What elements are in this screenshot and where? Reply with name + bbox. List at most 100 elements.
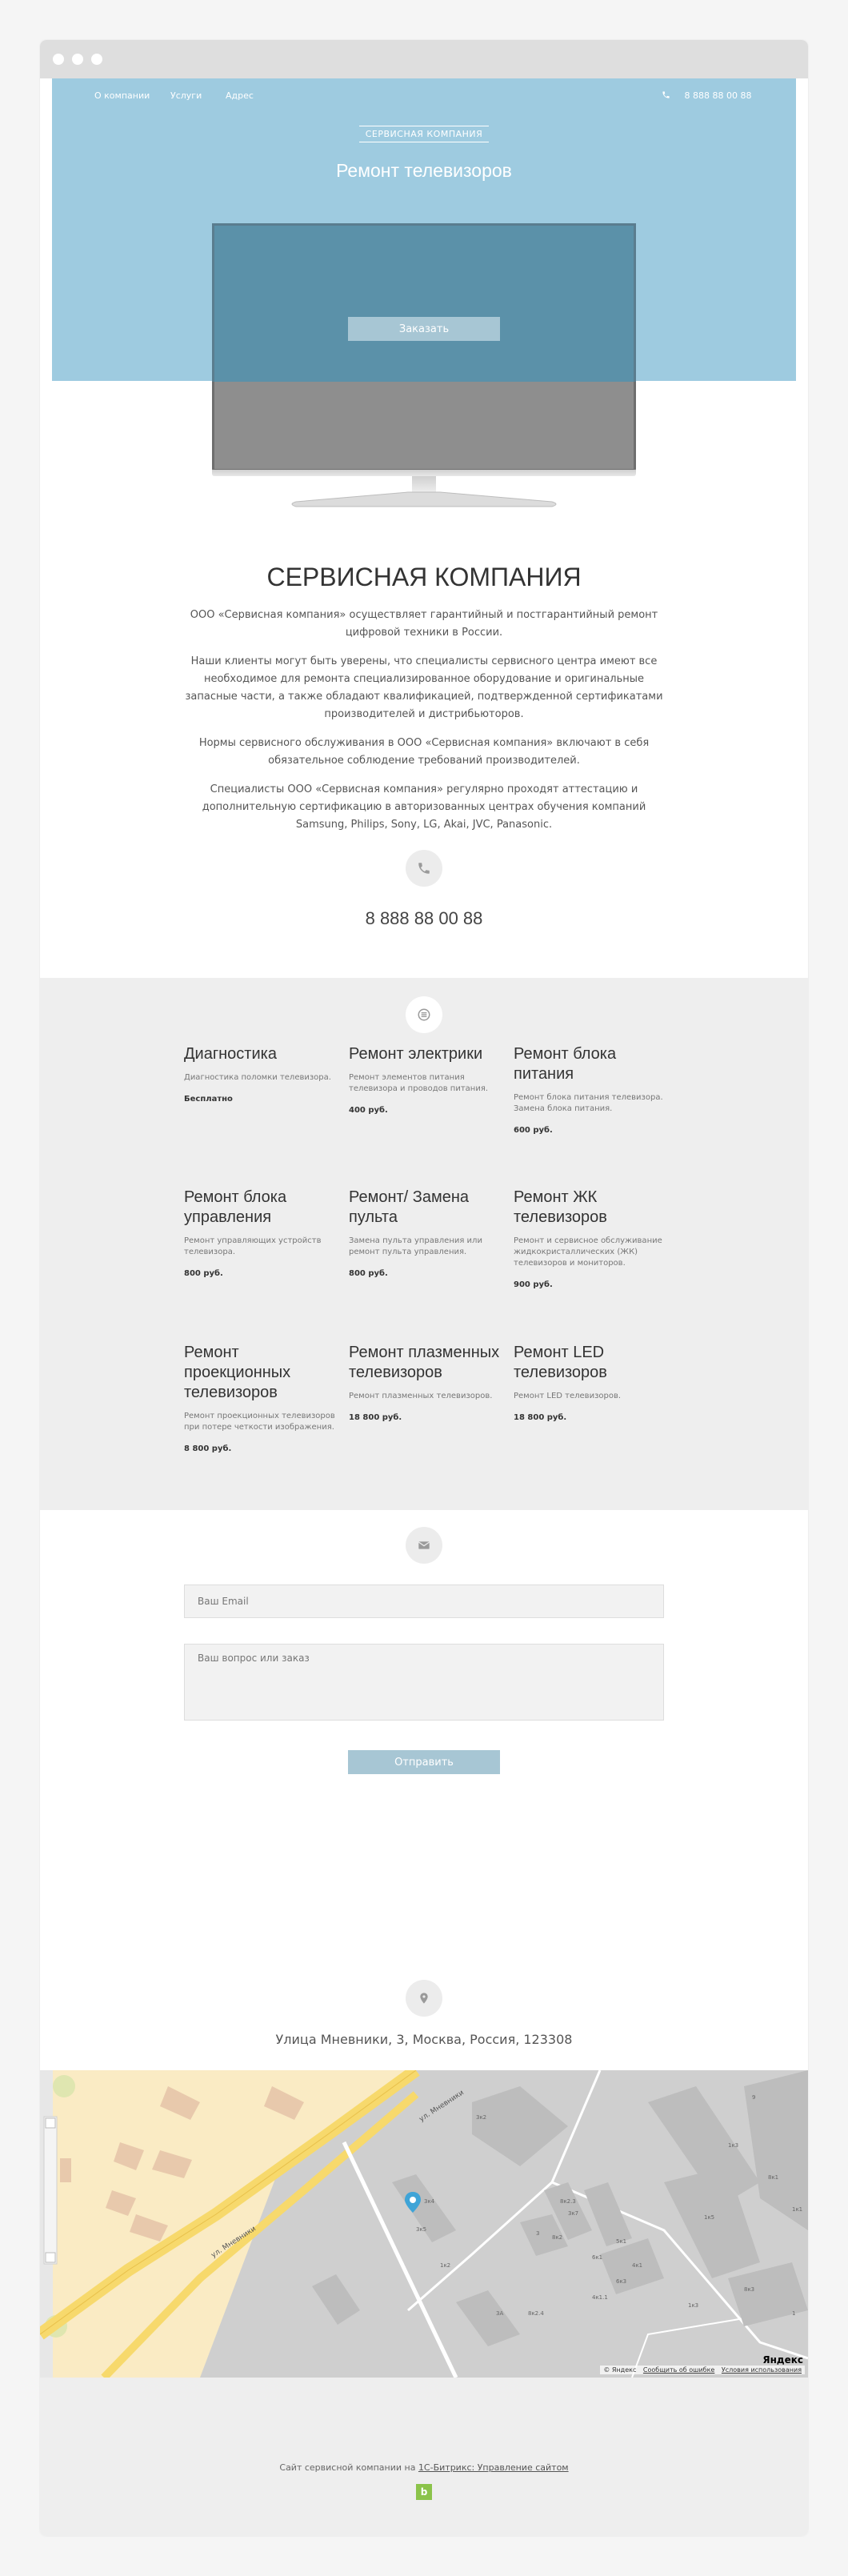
header-phone-number: 8 888 88 00 88: [684, 90, 752, 101]
about-text: ООО «Сервисная компания» осуществляет га…: [184, 607, 664, 845]
service-item: Ремонт проекционных телевизоров Ремонт п…: [184, 1343, 336, 1453]
tv-stand: [291, 491, 557, 507]
service-desc: Ремонт блока питания телевизора. Замена …: [514, 1093, 663, 1113]
service-desc: Ремонт элементов питания телевизора и пр…: [349, 1073, 489, 1093]
service-title: Ремонт блока питания: [514, 1045, 617, 1083]
footer: Сайт сервисной компании на 1С-Битрикс: У…: [40, 2378, 808, 2536]
map-house-label: 8к2.3: [560, 2198, 576, 2205]
map-house-label: 1к2: [440, 2262, 451, 2269]
about-title: СЕРВИСНАЯ КОМПАНИЯ: [266, 563, 582, 591]
about-paragraph: Нормы сервисного обслуживания в ООО «Сер…: [198, 737, 650, 767]
nav-item-about[interactable]: О компании: [94, 90, 150, 101]
menu-icon: [406, 996, 442, 1033]
window-titlebar: [40, 40, 808, 78]
browser-window: О компании Услуги Адрес 8 888 88 00 88 С…: [40, 40, 808, 2536]
map-yandex-logo: Яндекс: [762, 2354, 803, 2366]
service-title: Ремонт электрики: [349, 1045, 483, 1063]
map-house-label: 8к3: [744, 2286, 755, 2293]
bitrix-badge-icon[interactable]: b: [416, 2484, 432, 2500]
map-pin-icon: [406, 1980, 442, 2017]
map-copyright-bar: © Яндекс Сообщить об ошибке Условия испо…: [600, 2366, 805, 2374]
service-title: Диагностика: [184, 1045, 277, 1063]
service-title: Ремонт LED телевизоров: [514, 1344, 607, 1381]
mail-icon: [406, 1527, 442, 1564]
hero-tag: СЕРВИСНАЯ КОМПАНИЯ: [40, 126, 808, 142]
map-house-label: 1к3: [688, 2302, 699, 2309]
send-button[interactable]: Отправить: [348, 1750, 500, 1774]
service-desc: Ремонт проекционных телевизоров при поте…: [184, 1412, 335, 1432]
top-nav: О компании Услуги Адрес 8 888 88 00 88: [40, 90, 808, 106]
map-house-label: 8к2.4: [528, 2310, 544, 2317]
service-price: 18 800 руб.: [349, 1413, 402, 1422]
service-item: Ремонт плазменных телевизоров Ремонт пла…: [349, 1343, 501, 1422]
about-paragraph: Наши клиенты могут быть уверены, что спе…: [185, 655, 663, 720]
service-price: 18 800 руб.: [514, 1413, 567, 1422]
service-title: Ремонт ЖК телевизоров: [514, 1188, 607, 1226]
about-paragraph: ООО «Сервисная компания» осуществляет га…: [190, 609, 658, 639]
service-item: Ремонт/ Замена пульта Замена пульта упра…: [349, 1188, 501, 1278]
service-item: Ремонт LED телевизоров Ремонт LED телеви…: [514, 1343, 666, 1422]
footer-bitrix-link[interactable]: 1С-Битрикс: Управление сайтом: [418, 2462, 569, 2473]
window-maximize-dot[interactable]: [91, 54, 102, 65]
map-copyright: © Яндекс: [603, 2366, 637, 2374]
window-close-dot[interactable]: [53, 54, 64, 65]
service-desc: Ремонт и сервисное обслуживание жидкокри…: [514, 1236, 662, 1268]
tv-image: [212, 223, 636, 518]
map-house-label: 6к3: [616, 2278, 627, 2285]
map-house-label: 3к4: [424, 2198, 435, 2205]
map-house-label: 8к2: [552, 2234, 563, 2241]
service-price: Бесплатно: [184, 1095, 233, 1104]
service-price: 800 руб.: [349, 1269, 388, 1278]
service-item: Ремонт блока питания Ремонт блока питани…: [514, 1044, 666, 1135]
window-minimize-dot[interactable]: [72, 54, 83, 65]
service-desc: Диагностика поломки телевизора.: [184, 1073, 331, 1082]
map-house-label: 1: [792, 2310, 796, 2317]
order-button[interactable]: Заказать: [348, 317, 500, 341]
email-input[interactable]: [184, 1584, 664, 1618]
map-house-label: 1к1: [792, 2206, 803, 2213]
header-phone[interactable]: 8 888 88 00 88: [662, 90, 751, 101]
service-desc: Ремонт LED телевизоров.: [514, 1392, 622, 1400]
services-section: Диагностика Диагностика поломки телевизо…: [40, 978, 808, 1510]
service-price: 8 800 руб.: [184, 1444, 232, 1453]
nav-item-address[interactable]: Адрес: [226, 90, 254, 101]
map-house-label: 3А: [496, 2310, 504, 2317]
map-terms-link[interactable]: Условия использования: [722, 2366, 802, 2374]
map-house-label: 1к5: [704, 2214, 715, 2221]
map[interactable]: ул. Мневники ул. Мневники Яндекс © Яндек…: [40, 2070, 808, 2378]
footer-text: Сайт сервисной компании на 1С-Битрикс: У…: [279, 2462, 569, 2473]
service-item: Ремонт блока управления Ремонт управляющ…: [184, 1188, 336, 1278]
service-title: Ремонт плазменных телевизоров: [349, 1344, 500, 1381]
service-item: Ремонт ЖК телевизоров Ремонт и сервисное…: [514, 1188, 666, 1289]
service-item: Диагностика Диагностика поломки телевизо…: [184, 1044, 336, 1104]
service-title: Ремонт проекционных телевизоров: [184, 1344, 291, 1401]
nav-item-services[interactable]: Услуги: [170, 90, 202, 101]
service-title: Ремонт блока управления: [184, 1188, 287, 1226]
service-desc: Ремонт управляющих устройств телевизора.: [184, 1236, 322, 1256]
map-house-label: 8к1: [768, 2174, 779, 2181]
map-house-label: 5к1: [616, 2238, 627, 2245]
map-house-label: 9: [752, 2094, 756, 2101]
question-textarea[interactable]: [184, 1644, 664, 1721]
phone-icon: [406, 850, 442, 887]
map-house-label: 6к1: [592, 2254, 603, 2261]
map-report-link[interactable]: Сообщить об ошибке: [643, 2366, 714, 2374]
map-house-label: 3к2: [476, 2114, 487, 2121]
map-house-label: 3к7: [568, 2210, 579, 2217]
about-phone[interactable]: 8 888 88 00 88: [40, 908, 808, 929]
service-price: 800 руб.: [184, 1269, 223, 1278]
tv-screen-overlay: [212, 223, 636, 382]
service-price: 400 руб.: [349, 1106, 388, 1115]
tv-bezel: [212, 470, 636, 476]
map-house-label: 1к3: [728, 2142, 739, 2149]
about-paragraph: Специалисты ООО «Сервисная компания» рег…: [202, 783, 646, 831]
map-house-label: 4к1.1: [592, 2294, 608, 2301]
phone-icon: [662, 91, 670, 98]
service-item: Ремонт электрики Ремонт элементов питани…: [349, 1044, 501, 1115]
map-house-label: 4к1: [632, 2262, 643, 2269]
hero-title: Ремонт телевизоров: [336, 160, 512, 181]
contact-form-section: [40, 1510, 808, 1950]
service-desc: Замена пульта управления или ремонт пуль…: [349, 1236, 482, 1256]
service-price: 600 руб.: [514, 1126, 553, 1135]
service-desc: Ремонт плазменных телевизоров.: [349, 1392, 493, 1400]
